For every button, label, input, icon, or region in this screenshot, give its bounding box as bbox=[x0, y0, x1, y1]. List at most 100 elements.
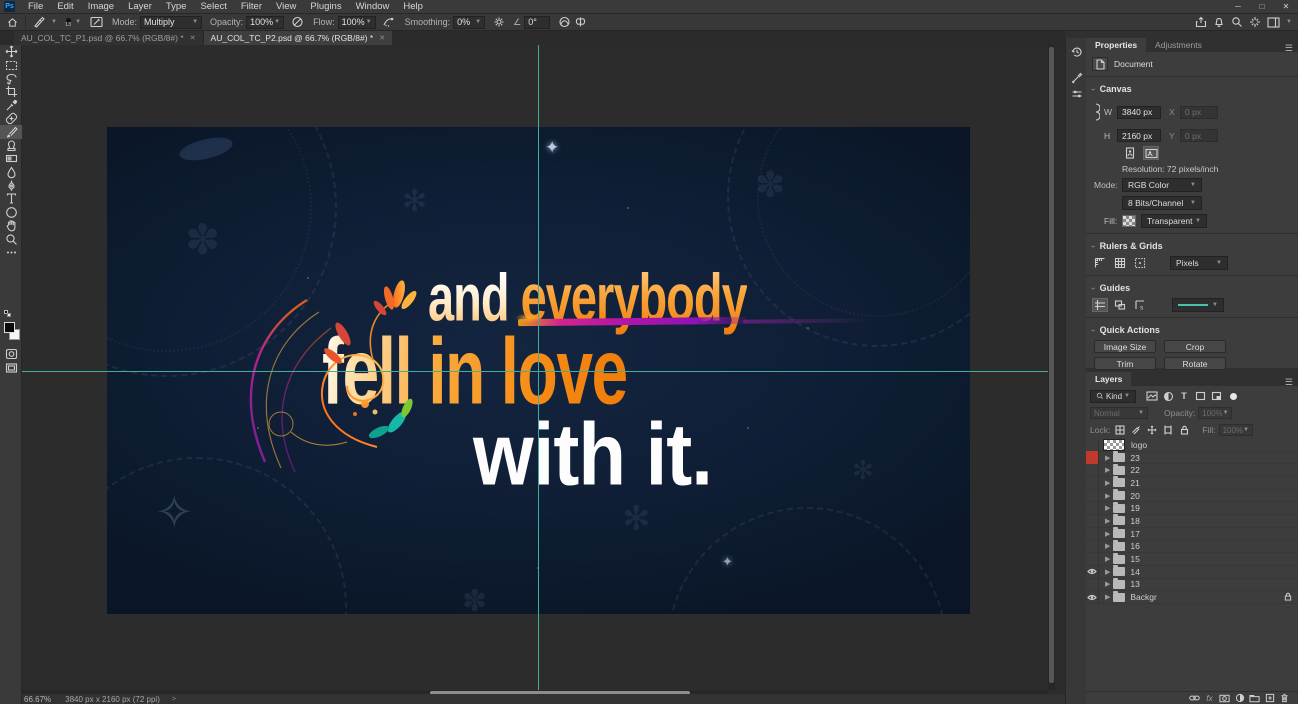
mode-select[interactable]: Multiply ▼ bbox=[140, 16, 202, 29]
width-field[interactable]: 3840 px bbox=[1117, 106, 1161, 119]
opacity-select[interactable]: 100% ▼ bbox=[246, 16, 284, 29]
chevron-down-icon[interactable]: ▼ bbox=[51, 19, 57, 25]
menu-file[interactable]: File bbox=[21, 0, 50, 14]
group-expand-chevron[interactable]: ▶ bbox=[1105, 542, 1110, 550]
layer-row-group-22[interactable]: ▶ 22 bbox=[1086, 464, 1298, 477]
vertical-guide[interactable] bbox=[538, 45, 539, 690]
link-dimensions-icon[interactable] bbox=[1092, 99, 1100, 125]
group-expand-chevron[interactable]: ▶ bbox=[1105, 568, 1110, 576]
new-group-icon[interactable] bbox=[1247, 694, 1262, 703]
rulers-grids-section-header[interactable]: › Rulers & Grids bbox=[1086, 237, 1298, 254]
brush-angle-field[interactable]: 0° bbox=[524, 16, 550, 29]
group-expand-chevron[interactable]: ▶ bbox=[1105, 593, 1110, 601]
menu-layer[interactable]: Layer bbox=[121, 0, 159, 14]
paragraph-panel-icon[interactable] bbox=[1066, 86, 1087, 102]
visibility-toggle[interactable] bbox=[1086, 464, 1099, 477]
visibility-toggle[interactable] bbox=[1086, 578, 1099, 591]
panel-menu-icon[interactable]: ☰ bbox=[1285, 44, 1293, 52]
visibility-toggle-visible[interactable] bbox=[1086, 591, 1099, 604]
group-expand-chevron[interactable]: ▶ bbox=[1105, 454, 1110, 462]
hand-tool[interactable] bbox=[0, 219, 22, 232]
close-button[interactable]: ✕ bbox=[1274, 0, 1298, 14]
group-expand-chevron[interactable]: ▶ bbox=[1105, 466, 1110, 474]
menu-plugins[interactable]: Plugins bbox=[303, 0, 348, 14]
toggle-brush-panel-icon[interactable] bbox=[88, 16, 104, 29]
quick-actions-section-header[interactable]: › Quick Actions bbox=[1086, 321, 1298, 338]
layer-filter-toggle[interactable] bbox=[1230, 393, 1237, 400]
horizontal-guide[interactable] bbox=[22, 371, 1055, 372]
vertical-scrollbar-thumb[interactable] bbox=[1049, 47, 1054, 683]
home-icon[interactable] bbox=[4, 16, 20, 29]
delete-layer-icon[interactable] bbox=[1277, 693, 1292, 703]
search-icon[interactable] bbox=[1228, 16, 1246, 29]
layer-row-group-23[interactable]: ▶ 23 bbox=[1086, 452, 1298, 465]
group-expand-chevron[interactable]: ▶ bbox=[1105, 492, 1110, 500]
flow-select[interactable]: 100% ▼ bbox=[338, 16, 376, 29]
group-expand-chevron[interactable]: ▶ bbox=[1105, 580, 1110, 588]
blur-tool[interactable] bbox=[0, 166, 22, 179]
spot-healing-brush-tool[interactable] bbox=[0, 112, 22, 125]
smoothing-gear-icon[interactable] bbox=[491, 16, 507, 29]
brush-tool[interactable] bbox=[0, 125, 22, 138]
shape-tool[interactable] bbox=[0, 206, 22, 219]
rotate-button[interactable]: Rotate bbox=[1164, 357, 1226, 370]
add-layer-mask-icon[interactable] bbox=[1217, 694, 1232, 703]
toggle-rulers-icon[interactable] bbox=[1092, 256, 1108, 270]
airbrush-icon[interactable] bbox=[381, 16, 397, 29]
toggle-canvas-guides-icon[interactable]: s bbox=[1132, 298, 1148, 312]
filter-shape-layers-icon[interactable] bbox=[1192, 389, 1208, 403]
rectangular-marquee-tool[interactable] bbox=[0, 58, 22, 71]
edit-toolbar-icon[interactable] bbox=[0, 246, 22, 259]
layer-row-group-19[interactable]: ▶ 19 bbox=[1086, 502, 1298, 515]
guides-section-header[interactable]: › Guides bbox=[1086, 279, 1298, 296]
layer-row-group-17[interactable]: ▶ 17 bbox=[1086, 528, 1298, 541]
menu-help[interactable]: Help bbox=[396, 0, 430, 14]
brush-settings-panel-icon[interactable] bbox=[1066, 70, 1087, 86]
group-expand-chevron[interactable]: ▶ bbox=[1105, 479, 1110, 487]
gradient-tool[interactable] bbox=[0, 152, 22, 165]
visibility-toggle[interactable] bbox=[1086, 477, 1099, 490]
fill-select[interactable]: Transparent▼ bbox=[1141, 214, 1207, 228]
new-layer-icon[interactable] bbox=[1262, 693, 1277, 703]
history-panel-icon[interactable] bbox=[1066, 44, 1087, 60]
toggle-guides-icon[interactable] bbox=[1092, 298, 1108, 312]
menu-type[interactable]: Type bbox=[159, 0, 194, 14]
chevron-down-icon[interactable]: ▼ bbox=[75, 19, 81, 25]
menu-edit[interactable]: Edit bbox=[50, 0, 80, 14]
height-field[interactable]: 2160 px bbox=[1117, 129, 1161, 142]
color-mode-select[interactable]: RGB Color▼ bbox=[1122, 178, 1202, 192]
toggle-pixel-grid-icon[interactable] bbox=[1132, 256, 1148, 270]
adjustment-layer-icon[interactable] bbox=[1232, 693, 1247, 703]
group-expand-chevron[interactable]: ▶ bbox=[1105, 555, 1110, 563]
pressure-opacity-icon[interactable] bbox=[289, 16, 305, 29]
layer-row-group-21[interactable]: ▶ 21 bbox=[1086, 477, 1298, 490]
foreground-color-swatch[interactable] bbox=[4, 322, 15, 333]
zoom-level-field[interactable]: 66.67% bbox=[24, 695, 51, 704]
layer-effects-icon[interactable]: fx bbox=[1202, 694, 1217, 703]
lock-position-icon[interactable] bbox=[1144, 423, 1160, 437]
layer-row-group-16[interactable]: ▶ 16 bbox=[1086, 541, 1298, 554]
fill-swatch[interactable] bbox=[1122, 215, 1136, 227]
image-size-button[interactable]: Image Size bbox=[1094, 340, 1156, 353]
filter-smart-objects-icon[interactable] bbox=[1208, 389, 1224, 403]
menu-select[interactable]: Select bbox=[193, 0, 233, 14]
ruler-units-select[interactable]: Pixels▼ bbox=[1170, 256, 1228, 270]
document-tab-2[interactable]: AU_COL_TC_P2.psd @ 66.7% (RGB/8#) * ✕ bbox=[204, 31, 393, 45]
guide-style-select[interactable]: ▼ bbox=[1172, 298, 1224, 312]
layer-row-group-13[interactable]: ▶ 13 bbox=[1086, 579, 1298, 592]
canvas-section-header[interactable]: › Canvas bbox=[1086, 80, 1298, 97]
visibility-toggle-red-tag[interactable] bbox=[1086, 451, 1099, 464]
visibility-toggle-visible[interactable] bbox=[1086, 565, 1099, 578]
screen-mode-icon[interactable] bbox=[0, 361, 22, 374]
visibility-toggle[interactable] bbox=[1086, 439, 1099, 452]
quick-mask-icon[interactable] bbox=[0, 347, 22, 360]
visibility-toggle[interactable] bbox=[1086, 502, 1099, 515]
layer-row-logo[interactable]: logo bbox=[1086, 439, 1298, 452]
landscape-orientation-button[interactable] bbox=[1143, 146, 1159, 160]
toggle-smart-guides-icon[interactable] bbox=[1112, 298, 1128, 312]
workspace-switcher-icon[interactable] bbox=[1264, 16, 1282, 29]
tab-close-icon[interactable]: ✕ bbox=[379, 34, 385, 42]
notifications-bell-icon[interactable] bbox=[1210, 16, 1228, 29]
share-icon[interactable] bbox=[1192, 16, 1210, 29]
group-expand-chevron[interactable]: ▶ bbox=[1105, 530, 1110, 538]
